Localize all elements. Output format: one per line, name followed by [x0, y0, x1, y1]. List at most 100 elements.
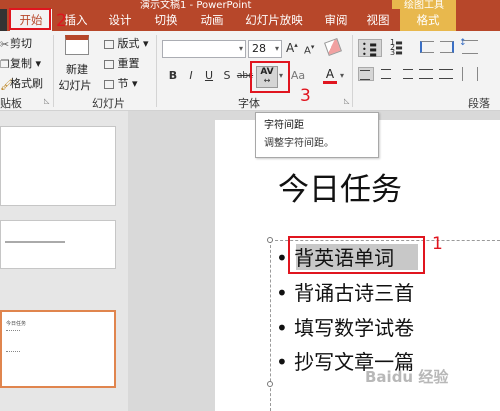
bullet-text[interactable]: 背诵古诗三首: [294, 281, 414, 305]
copy-button[interactable]: ❐复制 ▾: [0, 55, 41, 71]
annotation-box-home-tab: [9, 8, 51, 30]
title-bar: 演示文稿1 - PowerPoint 绘图工具: [0, 0, 500, 11]
annotation-number-2: 2: [56, 11, 67, 31]
separator: [156, 35, 157, 107]
new-slide-label-2: 幻灯片: [58, 79, 92, 92]
annotation-box-selected-text: [288, 236, 425, 274]
clear-formatting-icon[interactable]: [324, 38, 342, 56]
format-painter-label: 格式刷: [10, 77, 43, 90]
change-case-label: Aa: [290, 69, 306, 82]
grow-font-button[interactable]: A▴: [286, 41, 298, 55]
slide-title[interactable]: 今日任务: [278, 164, 402, 209]
copy-icon: ❐: [0, 57, 10, 71]
align-right-button[interactable]: [398, 67, 414, 81]
cut-label: 剪切: [10, 37, 32, 50]
reset-label: 重置: [117, 57, 140, 70]
dropdown-arrow-icon[interactable]: ▾: [340, 71, 344, 80]
italic-button[interactable]: I: [182, 68, 200, 84]
tooltip-body: 调整字符间距。: [264, 138, 334, 149]
bold-button[interactable]: B: [164, 68, 182, 84]
align-right-icon: [403, 69, 413, 79]
new-slide-button[interactable]: 新建 幻灯片: [58, 35, 96, 93]
tab-animations[interactable]: 动画: [192, 9, 232, 31]
ribbon-tabs: 开始 插入 设计 切换 动画 幻灯片放映 审阅 视图 格式: [0, 9, 500, 31]
thumbnail-title: 今日任务: [6, 321, 27, 327]
align-left-button[interactable]: [358, 67, 374, 81]
slides-group-label: 幻灯片: [92, 97, 125, 110]
underline-button[interactable]: U: [200, 68, 218, 84]
cut-button[interactable]: ✂剪切: [0, 35, 32, 51]
paragraph-group-label: 段落: [468, 97, 490, 110]
slide-thumbnail-1[interactable]: [0, 126, 116, 206]
font-name-box[interactable]: ▾: [162, 40, 246, 58]
annotation-number-1: 1: [432, 234, 443, 254]
new-slide-label-1: 新建: [66, 63, 88, 76]
shrink-font-button[interactable]: A▾: [304, 43, 314, 56]
distributed-icon: [439, 69, 453, 79]
numbering-icon: 1▬ 2▬ 3▬: [390, 38, 403, 57]
justify-button[interactable]: [418, 67, 434, 81]
align-left-icon: [360, 70, 370, 80]
reset-icon: [104, 59, 114, 69]
thumbnail-bullets: [6, 330, 20, 352]
align-center-icon: [381, 69, 391, 79]
font-color-label: A: [325, 67, 335, 81]
reset-button[interactable]: 重置: [104, 55, 140, 71]
font-group-label: 字体: [238, 97, 260, 110]
slide-thumbnail-3[interactable]: 今日任务: [0, 310, 116, 388]
separator: [352, 35, 353, 107]
dropdown-arrow-icon[interactable]: ▾: [239, 41, 243, 57]
bullet-text[interactable]: 填写数学试卷: [294, 316, 414, 340]
shrink-font-label: A: [304, 45, 311, 57]
thumbnail-text-line: [5, 241, 65, 243]
align-center-button[interactable]: [378, 67, 394, 81]
numbering-button[interactable]: 1▬ 2▬ 3▬: [390, 38, 410, 57]
character-spacing-tooltip: 字符间距 调整字符间距。: [255, 112, 379, 158]
thumbnail-scrollbar[interactable]: [128, 111, 140, 411]
distributed-button[interactable]: [438, 67, 454, 81]
layout-button[interactable]: 版式 ▾: [104, 35, 149, 51]
clipboard-launcher-icon[interactable]: ◺: [44, 97, 49, 105]
section-label: 节: [117, 77, 129, 90]
line-spacing-button[interactable]: ↕: [459, 38, 478, 54]
tab-review[interactable]: 审阅: [316, 9, 356, 31]
slide-thumbnails-panel: 今日任务: [0, 111, 140, 411]
bullets-icon: • ▬ • ▬ • ▬: [362, 40, 377, 59]
font-color-button[interactable]: A: [322, 67, 338, 84]
bullet-item[interactable]: • 背诵古诗三首: [276, 277, 414, 306]
tab-format[interactable]: 格式: [400, 9, 456, 31]
font-size-box[interactable]: 28 ▾: [248, 40, 282, 58]
section-button[interactable]: 节 ▾: [104, 75, 138, 91]
tab-slideshow[interactable]: 幻灯片放映: [240, 9, 308, 31]
font-size-value: 28: [252, 42, 266, 55]
annotation-number-3: 3: [300, 86, 311, 106]
tab-design[interactable]: 设计: [100, 9, 140, 31]
change-case-button[interactable]: Aa: [288, 68, 308, 84]
columns-button[interactable]: [462, 67, 478, 81]
font-launcher-icon[interactable]: ◺: [344, 97, 349, 105]
dropdown-arrow-icon[interactable]: ▾: [275, 41, 279, 57]
resize-handle[interactable]: [267, 237, 273, 243]
grow-font-label: A: [286, 41, 295, 55]
scissors-icon: ✂: [0, 37, 10, 51]
tab-transitions[interactable]: 切换: [146, 9, 186, 31]
bullet-item[interactable]: • 填写数学试卷: [276, 312, 414, 341]
slide-thumbnail-2[interactable]: [0, 220, 116, 269]
section-icon: [104, 79, 114, 89]
layout-icon: [104, 39, 114, 49]
tab-view[interactable]: 视图: [360, 9, 396, 31]
bullets-button[interactable]: • ▬ • ▬ • ▬: [358, 39, 382, 59]
annotation-box-char-spacing: [250, 61, 290, 93]
increase-indent-button[interactable]: [440, 41, 454, 53]
file-tab-edge[interactable]: [0, 9, 7, 31]
layout-label: 版式: [117, 37, 140, 50]
line-spacing-icon: ↕: [459, 38, 467, 48]
brush-icon: 🖌: [0, 77, 14, 91]
justify-icon: [419, 69, 433, 79]
tooltip-title: 字符间距: [264, 120, 304, 131]
decrease-indent-button[interactable]: [420, 41, 434, 53]
resize-handle[interactable]: [267, 381, 273, 387]
new-slide-icon: [65, 35, 89, 55]
format-painter-button[interactable]: 🖌格式刷: [0, 75, 43, 91]
watermark: Baidu 经验: [365, 368, 449, 386]
